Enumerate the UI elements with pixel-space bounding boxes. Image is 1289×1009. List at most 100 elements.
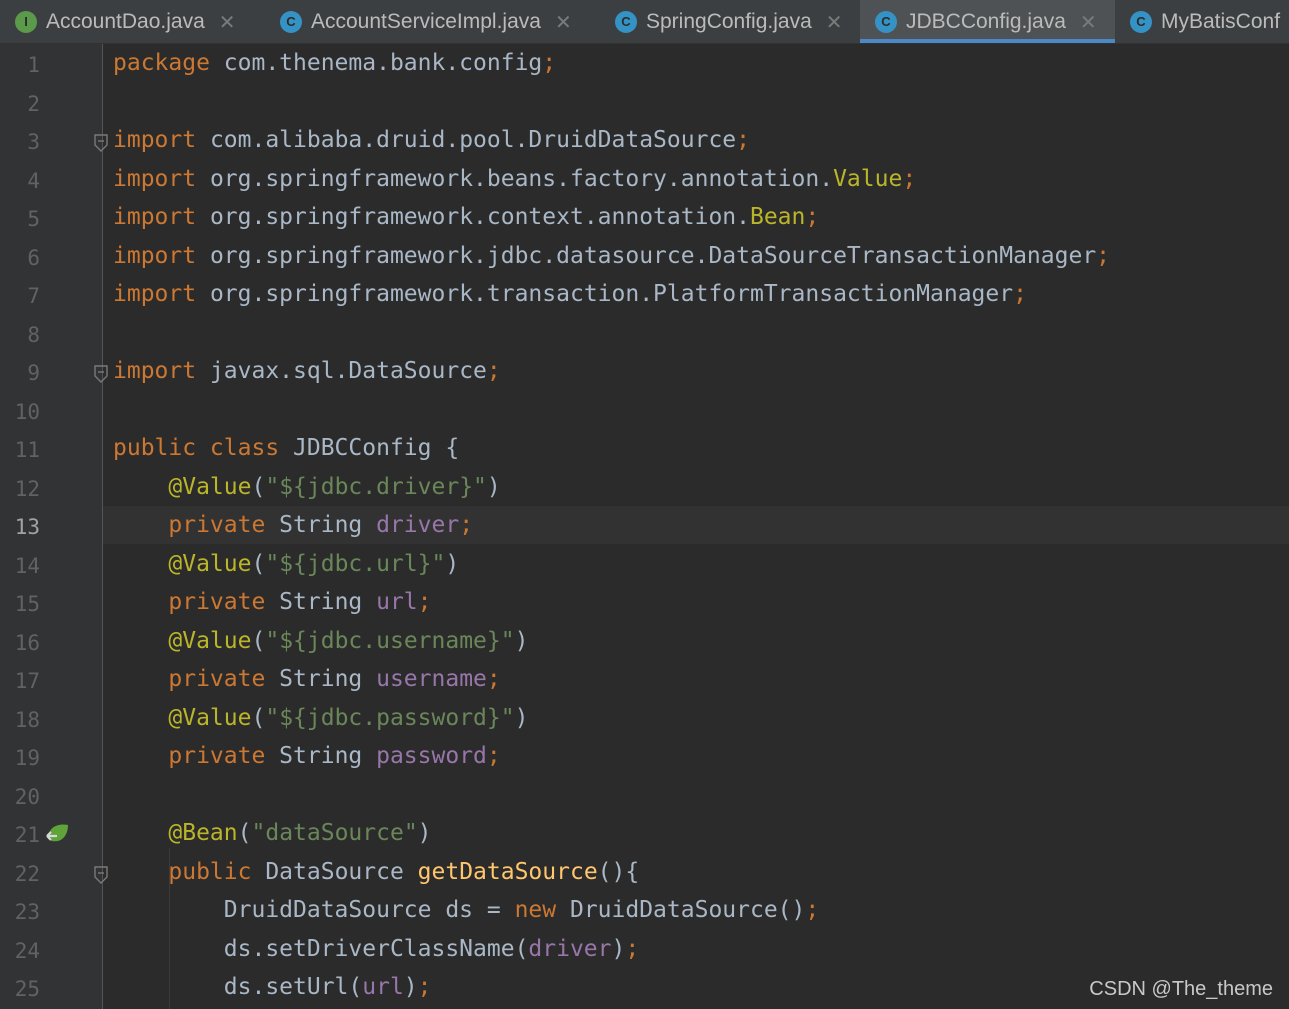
line-number-gutter[interactable]: 1 2 3 4 5 6 7 8 9 10 11 12 13 14 15 16 17 18 19 20 21 22 23 24 2… [0, 44, 108, 1009]
code-token: javax.sql.DataSource [196, 358, 487, 384]
close-icon[interactable]: ✕ [555, 10, 572, 34]
code-token: ; [736, 127, 750, 153]
line-number: 1 [27, 53, 40, 77]
code-token: ) [486, 473, 501, 500]
code-token: ) [611, 935, 626, 962]
code-token: @Bean [168, 820, 238, 846]
code-token: driver [376, 512, 460, 538]
line-number: 17 [14, 669, 40, 693]
line-number: 14 [14, 553, 40, 578]
code-token: password [376, 743, 487, 769]
code-line[interactable]: import com.alibaba.druid.pool.DruidDataS… [113, 121, 750, 159]
code-line[interactable]: package com.thenema.bank.config; [113, 44, 556, 82]
code-line[interactable]: private String username; [113, 660, 501, 698]
code-token: public [168, 858, 252, 885]
tab-jdbcconfig-java[interactable]: C JDBCConfig.java ✕ [860, 0, 1115, 43]
code-token: ; [805, 897, 820, 923]
code-line[interactable]: public DataSource getDataSource(){ [113, 853, 639, 891]
line-number: 19 [14, 746, 40, 770]
code-token: String [265, 666, 377, 692]
code-token: getDataSource [417, 858, 598, 885]
line-number: 5 [27, 207, 40, 231]
code-token: ; [486, 666, 501, 692]
code-token: import [113, 165, 197, 192]
code-token: new [514, 897, 557, 923]
spring-bean-icon[interactable] [44, 819, 72, 847]
line-number: 4 [27, 168, 40, 193]
code-token: "${jdbc.password}" [265, 704, 515, 731]
code-line[interactable]: import javax.sql.DataSource; [113, 352, 501, 390]
code-line[interactable]: @Value("${jdbc.url}") [113, 545, 459, 583]
code-token: ( [251, 627, 266, 654]
code-token: @Value [168, 627, 252, 654]
line-number: 16 [14, 630, 40, 655]
code-token: ; [1013, 281, 1027, 307]
code-token: ; [417, 974, 432, 1000]
close-icon[interactable]: ✕ [826, 10, 843, 34]
code-line[interactable]: import org.springframework.jdbc.datasour… [113, 237, 1110, 275]
code-token: ( [251, 550, 266, 577]
code-line[interactable]: import org.springframework.context.annot… [113, 198, 819, 236]
line-number: 10 [14, 399, 40, 424]
line-number: 18 [14, 707, 40, 732]
line-number: 25 [14, 977, 40, 1001]
code-token: @Value [168, 550, 252, 577]
code-token: "${jdbc.url}" [265, 550, 446, 577]
code-token: ) [403, 974, 418, 1000]
line-number: 9 [27, 361, 40, 385]
code-token: ; [459, 512, 474, 538]
code-editor[interactable]: package com.thenema.bank.config; import c… [103, 44, 1289, 1009]
code-token: ; [1096, 242, 1111, 269]
code-token: ) [417, 820, 432, 846]
code-token: import [113, 242, 197, 269]
close-icon[interactable]: ✕ [1080, 10, 1097, 34]
close-icon[interactable]: ✕ [219, 10, 236, 34]
code-line[interactable]: import org.springframework.transaction.P… [113, 275, 1027, 313]
code-token: ( [251, 473, 266, 500]
code-line[interactable]: import org.springframework.beans.factory… [113, 160, 916, 198]
code-token: Bean [749, 204, 806, 230]
line-number: 21 [14, 823, 40, 847]
line-number: 3 [27, 130, 40, 154]
code-line[interactable]: @Value("${jdbc.driver}") [113, 468, 501, 506]
code-token: String [265, 743, 377, 769]
code-token: com.alibaba.druid.pool.DruidDataSource [196, 127, 737, 153]
code-token: org.springframework.context.annotation. [196, 204, 750, 230]
line-number: 15 [14, 592, 40, 616]
code-token: (){ [597, 858, 640, 885]
editor-tab-bar: I AccountDao.java ✕ C AccountServiceImpl.jav… [0, 0, 1289, 44]
tab-mybatisconf[interactable]: C MyBatisConf [1115, 0, 1289, 43]
code-token: ds.setDriverClassName( [113, 935, 529, 962]
code-line[interactable]: @Value("${jdbc.password}") [113, 699, 528, 737]
code-line[interactable]: private String url; [113, 583, 431, 621]
code-line[interactable]: private String password; [113, 737, 501, 775]
tab-label: AccountServiceImpl.java [311, 9, 541, 33]
code-line[interactable]: private String driver; [113, 506, 473, 544]
code-token: ds.setUrl( [113, 974, 363, 1000]
code-line[interactable]: ds.setDriverClassName(driver); [113, 930, 639, 968]
code-line[interactable]: public class JDBCConfig { [113, 429, 459, 467]
tab-label: SpringConfig.java [646, 9, 812, 33]
code-token: String [265, 512, 377, 538]
code-token: ) [445, 550, 460, 577]
class-icon: C [875, 10, 897, 33]
code-token: ; [486, 358, 501, 384]
tab-springconfig-java[interactable]: C SpringConfig.java ✕ [600, 0, 860, 43]
line-number: 13 [14, 515, 40, 539]
tab-label: MyBatisConf [1161, 9, 1281, 33]
code-token: ; [486, 743, 501, 769]
tab-accountserviceimpl-java[interactable]: C AccountServiceImpl.java ✕ [265, 0, 600, 43]
tab-accountdao-java[interactable]: I AccountDao.java ✕ [0, 0, 265, 43]
code-line[interactable]: @Bean("dataSource") [113, 814, 432, 852]
code-line[interactable]: DruidDataSource ds = new DruidDataSource… [113, 891, 819, 929]
code-line[interactable]: @Value("${jdbc.username}") [113, 622, 528, 660]
code-token: DataSource [251, 858, 418, 885]
code-line[interactable]: ds.setUrl(url); [113, 968, 432, 1006]
code-token: "${jdbc.username}" [265, 627, 515, 654]
tab-label: JDBCConfig.java [906, 9, 1066, 33]
